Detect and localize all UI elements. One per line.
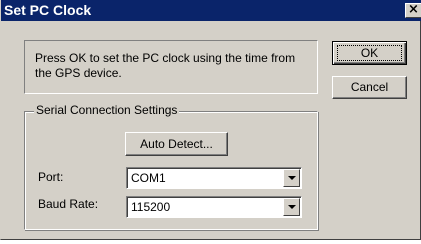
port-label: Port: [38,170,64,184]
chevron-down-icon [288,176,296,180]
auto-detect-button[interactable]: Auto Detect... [125,132,228,156]
chevron-down-icon [288,205,296,209]
window-title: Set PC Clock [4,2,92,18]
close-button[interactable]: × [405,3,421,18]
baud-rate-dropdown-button[interactable] [283,198,300,216]
baud-rate-select[interactable]: 115200 [126,196,302,218]
info-message: Press OK to set the PC clock using the t… [35,51,296,80]
focus-indicator [337,45,402,61]
port-value: COM1 [131,171,166,185]
serial-settings-label: Serial Connection Settings [34,103,180,118]
close-icon: × [408,2,419,17]
info-panel: Press OK to set the PC clock using the t… [24,40,318,94]
baud-rate-value: 115200 [131,200,171,214]
title-bar[interactable]: Set PC Clock [1,0,421,21]
port-dropdown-button[interactable] [283,169,300,187]
port-select[interactable]: COM1 [126,167,302,189]
cancel-button[interactable]: Cancel [332,76,407,99]
baud-rate-label: Baud Rate: [38,197,99,211]
set-pc-clock-dialog: Set PC Clock × Press OK to set the PC cl… [0,0,421,240]
ok-button[interactable]: OK [332,41,407,65]
cancel-button-label: Cancel [350,80,389,94]
auto-detect-button-label: Auto Detect... [140,137,213,151]
